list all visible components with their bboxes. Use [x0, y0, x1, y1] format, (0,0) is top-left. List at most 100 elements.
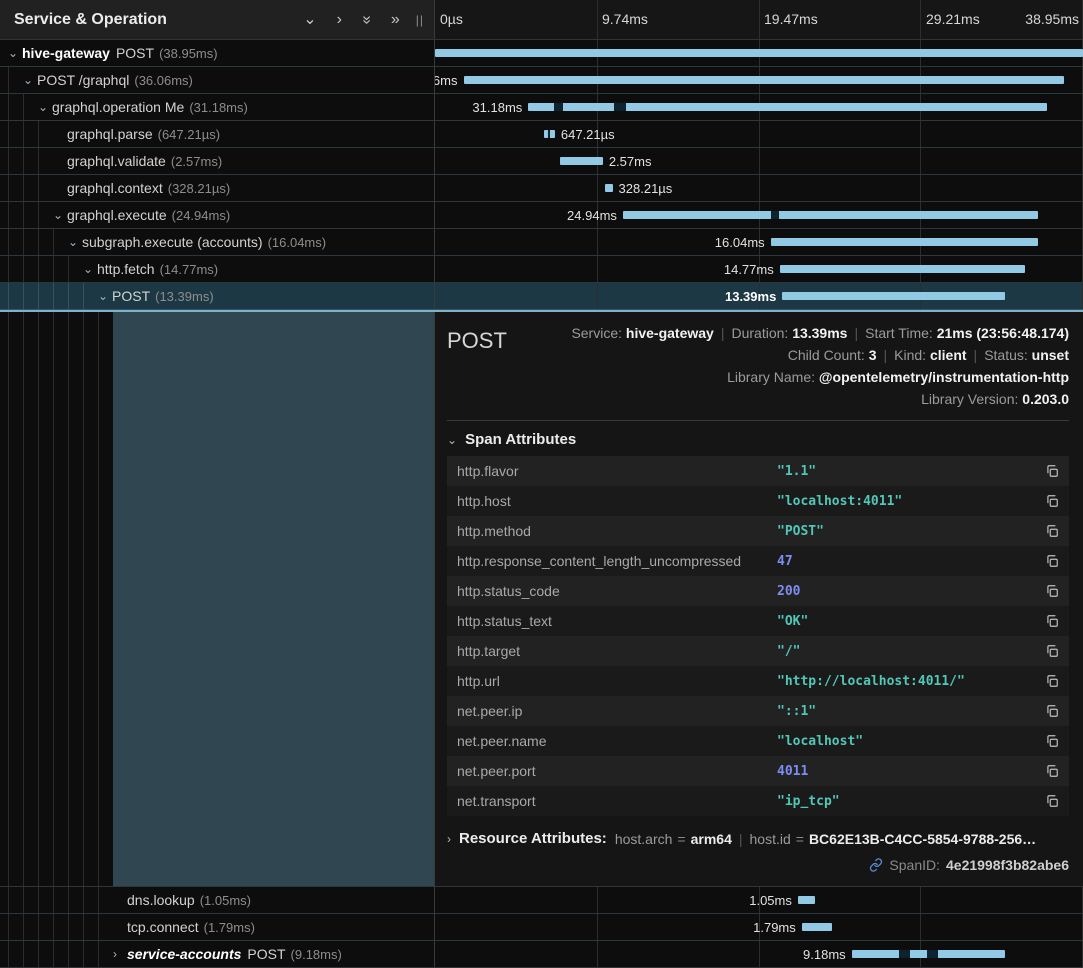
span-timeline[interactable]: 16.04ms: [435, 229, 1083, 255]
span-bar[interactable]: [605, 184, 613, 192]
span-timeline[interactable]: 647.21µs: [435, 121, 1083, 147]
span-row[interactable]: dns.lookup(1.05ms)1.05ms: [0, 887, 1083, 914]
span-timeline[interactable]: 1.05ms: [435, 887, 1083, 913]
collapse-all-icon[interactable]: »: [358, 15, 374, 24]
span-tree-label[interactable]: graphql.parse(647.21µs): [0, 121, 435, 147]
chevron-right-icon[interactable]: ›: [113, 949, 127, 959]
copy-icon[interactable]: [1045, 524, 1059, 538]
span-bar[interactable]: [782, 292, 1005, 300]
span-tree-label[interactable]: ⌄http.fetch(14.77ms): [0, 256, 435, 282]
bar-tick: [771, 211, 779, 219]
indent-guide: [98, 914, 113, 940]
span-bar[interactable]: [528, 103, 1046, 111]
copy-icon[interactable]: [1045, 734, 1059, 748]
span-tree-label[interactable]: tcp.connect(1.79ms): [0, 914, 435, 940]
copy-icon[interactable]: [1045, 464, 1059, 478]
copy-icon[interactable]: [1045, 584, 1059, 598]
chevron-down-icon[interactable]: ⌄: [23, 75, 37, 85]
span-timeline[interactable]: 2.57ms: [435, 148, 1083, 174]
span-timeline[interactable]: 38.95ms: [435, 40, 1083, 66]
detail-indent: [0, 312, 435, 886]
span-timeline[interactable]: 14.77ms: [435, 256, 1083, 282]
copy-icon[interactable]: [1045, 554, 1059, 568]
span-bar[interactable]: [464, 76, 1064, 84]
resource-value: arm64: [691, 831, 732, 847]
attribute-row: net.peer.ip"::1": [447, 696, 1069, 726]
span-timeline[interactable]: 24.94ms: [435, 202, 1083, 228]
span-bar[interactable]: [798, 896, 815, 904]
attribute-key: http.flavor: [457, 463, 777, 479]
span-tree-label[interactable]: ⌄graphql.operation Me(31.18ms): [0, 94, 435, 120]
span-bar[interactable]: [560, 157, 603, 165]
chevron-down-icon[interactable]: ⌄: [8, 48, 22, 58]
attribute-row: http.target"/": [447, 636, 1069, 666]
chevron-down-icon[interactable]: ⌄: [68, 237, 82, 247]
span-row[interactable]: ⌄POST /graphql(36.06ms)36.06ms: [0, 67, 1083, 94]
span-duration: (9.18ms): [291, 947, 342, 962]
span-tree-label[interactable]: ⌄POST /graphql(36.06ms): [0, 67, 435, 93]
span-tree-label[interactable]: dns.lookup(1.05ms): [0, 887, 435, 913]
span-tree-label[interactable]: ⌄graphql.execute(24.94ms): [0, 202, 435, 228]
span-row[interactable]: tcp.connect(1.79ms)1.79ms: [0, 914, 1083, 941]
span-timeline[interactable]: 1.79ms: [435, 914, 1083, 940]
resource-equals: =: [677, 831, 685, 847]
panel-resize-handle[interactable]: ||: [416, 13, 424, 27]
copy-icon[interactable]: [1045, 764, 1059, 778]
span-bar[interactable]: [802, 923, 832, 931]
span-bar[interactable]: [771, 238, 1038, 246]
span-row[interactable]: graphql.validate(2.57ms)2.57ms: [0, 148, 1083, 175]
indent-guide: [38, 121, 53, 147]
span-id-value: 4e21998f3b82abe6: [946, 857, 1069, 873]
span-row[interactable]: ⌄graphql.execute(24.94ms)24.94ms: [0, 202, 1083, 229]
indent-guide: [23, 121, 38, 147]
span-tree-label[interactable]: ⌄POST(13.39ms): [0, 283, 435, 309]
span-row[interactable]: ⌄http.fetch(14.77ms)14.77ms: [0, 256, 1083, 283]
span-timeline[interactable]: 9.18ms: [435, 941, 1083, 967]
expand-all-icon[interactable]: »: [391, 12, 400, 28]
span-row[interactable]: ⌄POST(13.39ms)13.39ms: [0, 283, 1083, 310]
indent-guide: [38, 941, 53, 967]
span-tree-label[interactable]: ›service-accountsPOST(9.18ms): [0, 941, 435, 967]
span-row[interactable]: ›service-accountsPOST(9.18ms)9.18ms: [0, 941, 1083, 968]
link-icon[interactable]: [869, 858, 883, 872]
span-duration: (1.05ms): [200, 893, 251, 908]
span-timeline[interactable]: 13.39ms: [435, 283, 1083, 309]
span-row[interactable]: ⌄subgraph.execute (accounts)(16.04ms)16.…: [0, 229, 1083, 256]
span-timeline[interactable]: 328.21µs: [435, 175, 1083, 201]
bar-duration-label: 328.21µs: [619, 181, 673, 196]
span-bar[interactable]: [435, 49, 1083, 57]
span-bar[interactable]: [623, 211, 1038, 219]
span-row[interactable]: ⌄graphql.operation Me(31.18ms)31.18ms: [0, 94, 1083, 121]
indent-guide: [68, 283, 83, 309]
chevron-down-icon[interactable]: ⌄: [53, 210, 67, 220]
span-bar[interactable]: [780, 265, 1026, 273]
attribute-key: net.transport: [457, 793, 777, 809]
span-timeline[interactable]: 36.06ms: [435, 67, 1083, 93]
expand-one-icon[interactable]: ›: [337, 12, 342, 28]
chevron-down-icon[interactable]: ⌄: [98, 291, 112, 301]
span-tree-label[interactable]: graphql.context(328.21µs): [0, 175, 435, 201]
copy-icon[interactable]: [1045, 494, 1059, 508]
indent-guide: [23, 312, 38, 886]
chevron-down-icon[interactable]: ⌄: [38, 102, 52, 112]
copy-icon[interactable]: [1045, 644, 1059, 658]
span-row[interactable]: ⌄hive-gatewayPOST(38.95ms)38.95ms: [0, 40, 1083, 67]
chevron-down-icon[interactable]: ⌄: [83, 264, 97, 274]
span-tree-label[interactable]: ⌄subgraph.execute (accounts)(16.04ms): [0, 229, 435, 255]
copy-icon[interactable]: [1045, 674, 1059, 688]
span-attributes-header[interactable]: ⌄ Span Attributes: [447, 431, 1069, 448]
copy-icon[interactable]: [1045, 704, 1059, 718]
span-row[interactable]: graphql.parse(647.21µs)647.21µs: [0, 121, 1083, 148]
operation-name: POST: [247, 946, 285, 962]
span-tree-label[interactable]: graphql.validate(2.57ms): [0, 148, 435, 174]
copy-icon[interactable]: [1045, 794, 1059, 808]
indent-guide: [8, 148, 23, 174]
resource-attributes-row[interactable]: › Resource Attributes: host.arch=arm64|h…: [447, 830, 1069, 847]
copy-icon[interactable]: [1045, 614, 1059, 628]
collapse-one-icon[interactable]: ⌄: [303, 12, 316, 28]
indent-guide: [83, 914, 98, 940]
span-tree-label[interactable]: ⌄hive-gatewayPOST(38.95ms): [0, 40, 435, 66]
indent-guide: [68, 914, 83, 940]
span-row[interactable]: graphql.context(328.21µs) 328.21µs: [0, 175, 1083, 202]
span-timeline[interactable]: 31.18ms: [435, 94, 1083, 120]
